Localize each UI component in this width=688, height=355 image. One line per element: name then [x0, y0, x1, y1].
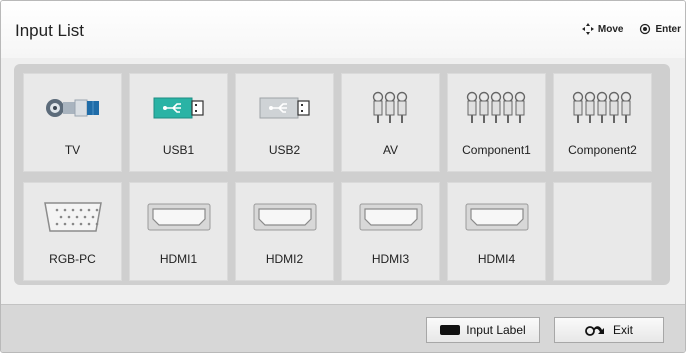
input-tile-label: HDMI4 [477, 252, 516, 266]
input-tile-usb2[interactable]: USB2 [235, 73, 334, 172]
input-tile-tv[interactable]: TV [23, 73, 122, 172]
blue-key-icon [440, 325, 461, 335]
input-tile-hdmi4[interactable]: HDMI4 [447, 182, 546, 281]
input-grid: TV USB1 USB2 AV Component1 Component2 RGB-PC HD… [14, 64, 670, 285]
navigation-hints: Move Enter [581, 23, 681, 35]
input-tile-hdmi2[interactable]: HDMI2 [235, 182, 334, 281]
title-bar: Input List Move Enter [1, 1, 685, 58]
input-label-button[interactable]: Input Label [426, 317, 540, 343]
input-tile-label: Component1 [462, 143, 531, 157]
input-tile-av[interactable]: AV [341, 73, 440, 172]
input-tile-label: TV [64, 143, 81, 157]
ok-button-icon [640, 23, 651, 35]
hdmi-port-icon [342, 197, 439, 237]
input-tile-usb1[interactable]: USB1 [129, 73, 228, 172]
move-hint-label: Move [597, 23, 624, 35]
input-label-text: Input Label [466, 323, 526, 337]
hdmi-port-icon [448, 197, 545, 237]
exit-text: Exit [612, 323, 633, 337]
dpad-arrows-icon [581, 23, 594, 35]
hdmi-port-icon [130, 197, 227, 237]
input-tile-label: AV [382, 143, 399, 157]
usb-icon [236, 88, 333, 128]
component-rca-icon [448, 88, 545, 128]
bottom-bar: Input Label Exit [1, 304, 685, 352]
coax-antenna-icon [24, 88, 121, 128]
empty-tile [553, 182, 652, 281]
av-rca-icon [342, 88, 439, 128]
input-tile-component2[interactable]: Component2 [553, 73, 652, 172]
page-title: Input List [15, 21, 84, 40]
hdmi-port-icon [236, 197, 333, 237]
usb-active-icon [130, 88, 227, 128]
enter-hint-label: Enter [655, 23, 681, 35]
input-tile-label: RGB-PC [49, 252, 96, 266]
input-tile-label: Component2 [568, 143, 637, 157]
vga-connector-icon [24, 197, 121, 237]
input-tile-rgb-pc[interactable]: RGB-PC [23, 182, 122, 281]
exit-button[interactable]: Exit [554, 317, 664, 343]
input-tile-hdmi3[interactable]: HDMI3 [341, 182, 440, 281]
input-tile-label: HDMI3 [371, 252, 410, 266]
input-tile-component1[interactable]: Component1 [447, 73, 546, 172]
input-tile-label: USB2 [268, 143, 301, 157]
input-tile-hdmi1[interactable]: HDMI1 [129, 182, 228, 281]
input-list-window: Input List Move Enter TV USB1 USB2 AV Compon… [0, 0, 686, 353]
back-exit-icon [585, 326, 604, 336]
input-tile-label: USB1 [162, 143, 195, 157]
input-tile-label: HDMI2 [265, 252, 304, 266]
component-rca-icon [554, 88, 651, 128]
input-tile-label: HDMI1 [159, 252, 198, 266]
